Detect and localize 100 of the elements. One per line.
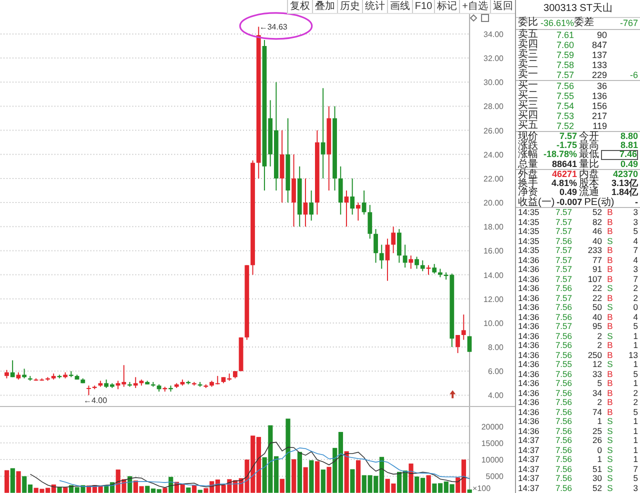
trade-count: 13 (628, 350, 638, 360)
trade-volume: 50 (592, 303, 602, 312)
toolbar-button[interactable]: F10 (412, 0, 434, 13)
trade-time: 14:36 (518, 332, 540, 341)
order-price: 7.52 (555, 120, 574, 131)
order-price: 7.53 (555, 110, 574, 121)
trade-time: 14:36 (518, 341, 540, 350)
toolbar-button[interactable]: 返回 (490, 0, 515, 13)
stat-label: 外盘 (518, 170, 538, 180)
stat-value: 3.13亿 (610, 179, 638, 188)
trade-price: 7.56 (554, 284, 572, 294)
trade-time: 14:37 (518, 446, 540, 455)
trade-side: B (606, 370, 614, 379)
order-level-label: 卖四 (518, 40, 538, 50)
trade-count: 4 (632, 236, 638, 246)
square-icon[interactable] (481, 14, 490, 22)
stat-value: - (634, 198, 638, 207)
toolbar-button[interactable]: 标记 (434, 0, 460, 13)
stat-value: 7.57 (558, 132, 577, 141)
toolbar-button[interactable]: +自选 (459, 0, 490, 13)
trade-volume: 25 (592, 426, 602, 436)
trade-volume: 40 (592, 312, 602, 322)
trade-volume: 40 (592, 236, 602, 246)
trade-price: 7.57 (554, 218, 572, 227)
trade-price: 7.56 (554, 446, 572, 455)
order-price: 7.57 (555, 70, 574, 80)
trade-side: S (606, 284, 614, 294)
ratio-label: 委差 (574, 18, 595, 28)
trade-volume: 107 (586, 274, 602, 284)
trade-volume: 12 (592, 360, 602, 370)
trade-time: 14:36 (518, 350, 540, 360)
trade-side: S (606, 455, 614, 464)
trade-volume: 74 (592, 408, 602, 417)
trade-time: 14:35 (518, 208, 540, 218)
trade-side: B (606, 322, 614, 332)
trade-time: 14:37 (518, 484, 540, 493)
order-price: 7.58 (555, 60, 574, 70)
axis-label: 24.00 (484, 150, 504, 160)
order-level-label: 买五 (518, 120, 538, 131)
stat-label: 股本 (579, 179, 599, 188)
trade-count: 1 (632, 360, 638, 370)
price-annotation: ←4.00 (84, 396, 108, 406)
trade-volume: 0 (596, 446, 602, 455)
toolbar-button[interactable]: 复权 (286, 0, 312, 13)
trade-price: 7.57 (554, 256, 572, 265)
trade-side: B (606, 246, 614, 256)
order-level-label: 卖五 (518, 30, 538, 40)
trade-time: 14:36 (518, 360, 540, 370)
trade-side: B (606, 408, 614, 417)
trade-time: 14:36 (518, 284, 540, 294)
trade-count: 5 (632, 227, 638, 236)
ratio-label: 委比 (518, 18, 538, 28)
order-volume: 136 (590, 90, 607, 101)
trade-side: B (606, 294, 614, 303)
trade-count: 2 (632, 284, 638, 294)
trade-count: 0 (632, 303, 638, 312)
trade-side: B (606, 227, 614, 236)
axis-label: 12.00 (484, 294, 504, 304)
trade-volume: 1 (596, 417, 602, 426)
trade-price: 7.57 (554, 294, 572, 303)
toolbar-button[interactable]: 画线 (386, 0, 412, 13)
trade-volume: 26 (592, 436, 602, 446)
trade-price: 7.57 (554, 208, 572, 218)
trade-price: 7.56 (554, 417, 572, 426)
stat-label: 净资 (518, 188, 538, 198)
trade-volume: 34 (592, 388, 602, 398)
order-price: 7.54 (555, 100, 574, 111)
trade-price: 7.57 (554, 246, 572, 256)
order-price: 7.59 (555, 50, 574, 60)
axis-label: 30.00 (484, 78, 504, 88)
trade-time: 14:36 (518, 379, 540, 388)
trade-price: 7.56 (554, 379, 572, 388)
trade-price: 7.56 (554, 341, 572, 350)
order-volume: 229 (590, 70, 607, 80)
trade-count: 5 (632, 474, 638, 484)
trade-count: 2 (632, 398, 638, 408)
order-price: 7.60 (555, 40, 574, 50)
trade-count: 1 (632, 341, 638, 350)
order-level-label: 买四 (518, 110, 538, 121)
trade-time: 14:36 (518, 426, 540, 436)
order-volume: 133 (590, 60, 607, 70)
trade-volume: 46 (592, 227, 602, 236)
trade-volume: 5 (596, 379, 602, 388)
toolbar-button[interactable]: 叠加 (312, 0, 337, 13)
trade-volume: 22 (592, 294, 602, 303)
diamond-icon[interactable] (470, 14, 478, 22)
order-volume: 90 (596, 30, 607, 40)
stat-label: 今开 (579, 132, 599, 141)
trade-volume: 30 (592, 474, 602, 484)
trade-time: 14:36 (518, 370, 540, 379)
trade-count: 1 (632, 455, 638, 464)
toolbar-button[interactable]: 历史 (336, 0, 362, 13)
axis-label: 16.00 (484, 246, 504, 256)
trade-time: 14:36 (518, 274, 540, 284)
toolbar-button[interactable]: 统计 (362, 0, 387, 13)
trade-side: B (606, 256, 614, 265)
order-volume: 36 (596, 80, 607, 91)
trade-time: 14:35 (518, 218, 540, 227)
order-volume: 847 (590, 40, 607, 50)
up-arrow-icon (450, 390, 456, 398)
